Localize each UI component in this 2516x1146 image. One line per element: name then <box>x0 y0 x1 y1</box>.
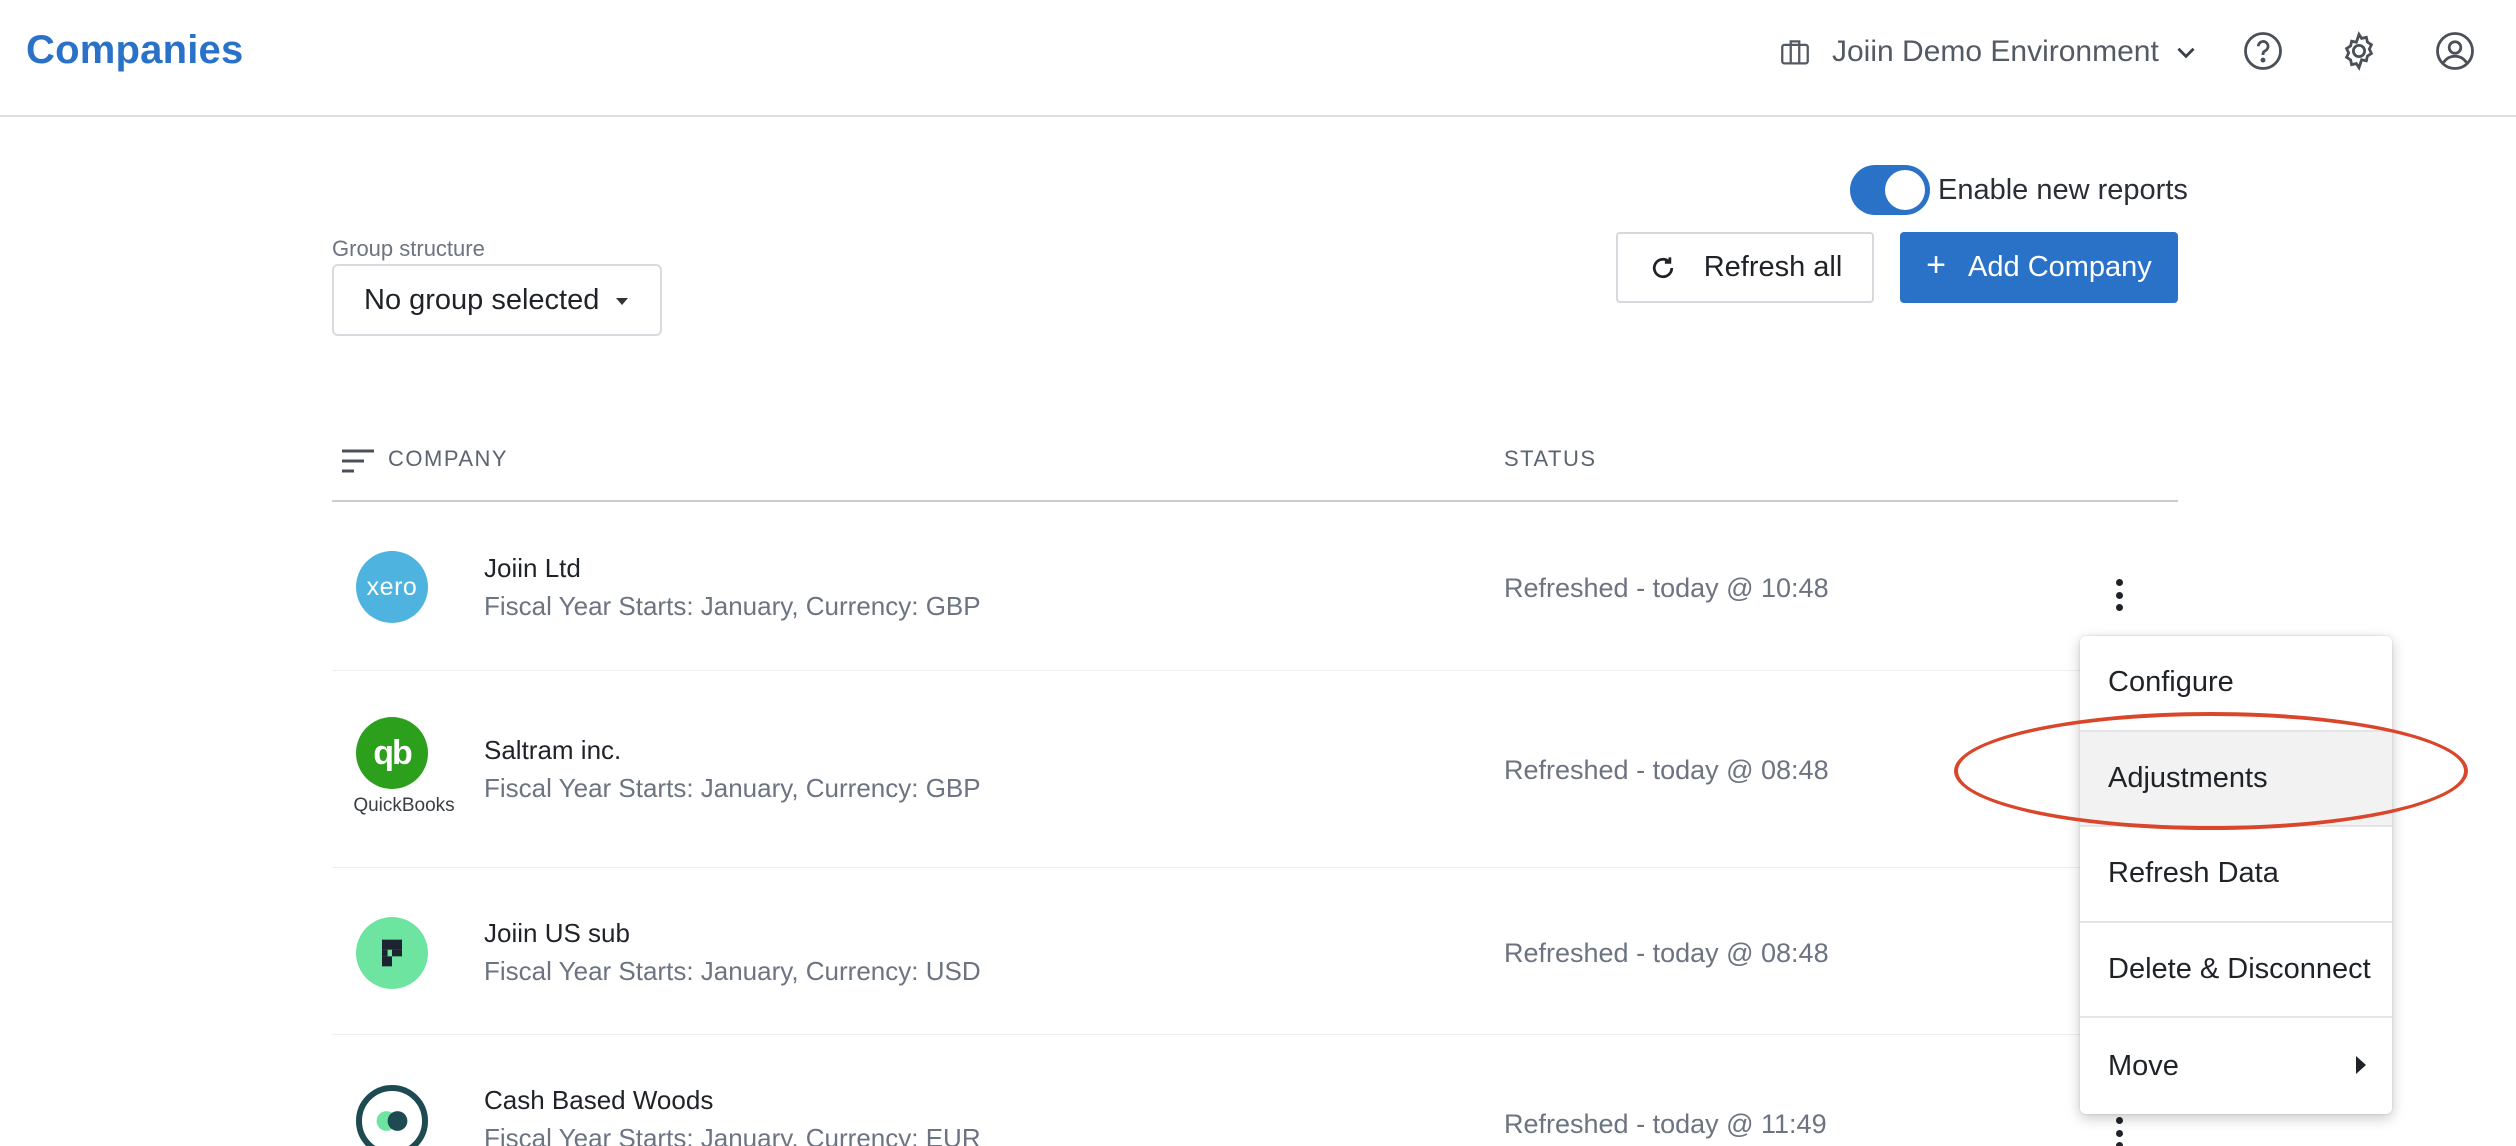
menu-item-move[interactable]: Move <box>2080 1018 2392 1114</box>
help-icon[interactable] <box>2242 30 2284 72</box>
company-name: Joiin US sub <box>484 918 630 948</box>
refresh-all-button[interactable]: Refresh all <box>1616 232 1874 303</box>
company-meta: Fiscal Year Starts: January, Currency: G… <box>484 591 981 621</box>
menu-item-move-label: Move <box>2108 1049 2179 1082</box>
company-name: Joiin Ltd <box>484 553 581 583</box>
table-header: COMPANY STATUS <box>332 440 2178 502</box>
settings-icon[interactable] <box>2338 30 2380 72</box>
account-icon[interactable] <box>2434 30 2476 72</box>
group-structure-select[interactable]: No group selected <box>332 264 662 336</box>
top-bar: Companies Joiin Demo Environment <box>0 0 2516 117</box>
ring-mark-icon <box>376 1111 408 1131</box>
company-meta: Fiscal Year Starts: January, Currency: E… <box>484 1123 981 1146</box>
company-meta: Fiscal Year Starts: January, Currency: G… <box>484 773 981 803</box>
table-row[interactable]: qb QuickBooks Saltram inc. Fiscal Year S… <box>332 671 2178 868</box>
sort-icon[interactable] <box>338 444 378 478</box>
status-text: Refreshed - today @ 11:49 <box>1504 1109 1827 1139</box>
menu-item-adjustments[interactable]: Adjustments <box>2080 731 2392 828</box>
submenu-arrow-icon <box>2356 1056 2366 1075</box>
add-company-label: Add Company <box>1968 251 2152 283</box>
green-app-logo <box>356 917 428 989</box>
group-structure-label: Group structure <box>332 236 485 261</box>
menu-item-delete-disconnect[interactable]: Delete & Disconnect <box>2080 923 2392 1019</box>
refresh-all-label: Refresh all <box>1703 251 1843 283</box>
ring-logo <box>356 1085 428 1146</box>
app-mark-icon <box>382 939 402 967</box>
status-text: Refreshed - today @ 08:48 <box>1504 938 1829 968</box>
add-company-button[interactable]: + Add Company <box>1900 232 2178 303</box>
toggle-knob <box>1885 170 1925 210</box>
column-header-status[interactable]: STATUS <box>1504 446 1597 472</box>
table-row[interactable]: Joiin US sub Fiscal Year Starts: January… <box>332 868 2178 1035</box>
quickbooks-caption: QuickBooks <box>353 795 455 816</box>
more-options-icon[interactable] <box>2104 573 2134 617</box>
company-name: Saltram inc. <box>484 735 622 765</box>
enable-new-reports-control: Enable new reports <box>1850 165 2188 215</box>
status-text: Refreshed - today @ 08:48 <box>1504 755 1829 785</box>
environment-selector[interactable]: Joiin Demo Environment <box>1778 28 2199 76</box>
table-row[interactable]: xero Joiin Ltd Fiscal Year Starts: Janua… <box>332 503 2178 671</box>
status-text: Refreshed - today @ 10:48 <box>1504 573 1829 603</box>
more-options-icon[interactable] <box>2104 1111 2134 1146</box>
row-context-menu: Configure Adjustments Refresh Data Delet… <box>2080 636 2392 1114</box>
xero-logo: xero <box>356 551 428 623</box>
enable-new-reports-toggle[interactable] <box>1850 165 1930 215</box>
caret-down-icon <box>616 298 628 305</box>
refresh-icon <box>1652 256 1673 278</box>
menu-item-configure[interactable]: Configure <box>2080 636 2392 732</box>
column-header-company[interactable]: COMPANY <box>388 446 508 472</box>
menu-item-refresh-data[interactable]: Refresh Data <box>2080 827 2392 923</box>
company-name: Cash Based Woods <box>484 1085 714 1115</box>
plus-icon: + <box>1926 246 1947 284</box>
environment-name: Joiin Demo Environment <box>1832 35 2159 68</box>
company-meta: Fiscal Year Starts: January, Currency: U… <box>484 956 981 986</box>
toggle-label: Enable new reports <box>1938 173 2188 206</box>
page-title: Companies <box>26 28 244 72</box>
briefcase-icon <box>1781 40 1809 65</box>
quickbooks-logo: qb <box>356 717 428 789</box>
group-structure-value: No group selected <box>364 283 600 316</box>
table-row[interactable]: Cash Based Woods Fiscal Year Starts: Jan… <box>332 1035 2178 1146</box>
chevron-down-icon <box>2177 47 2195 59</box>
